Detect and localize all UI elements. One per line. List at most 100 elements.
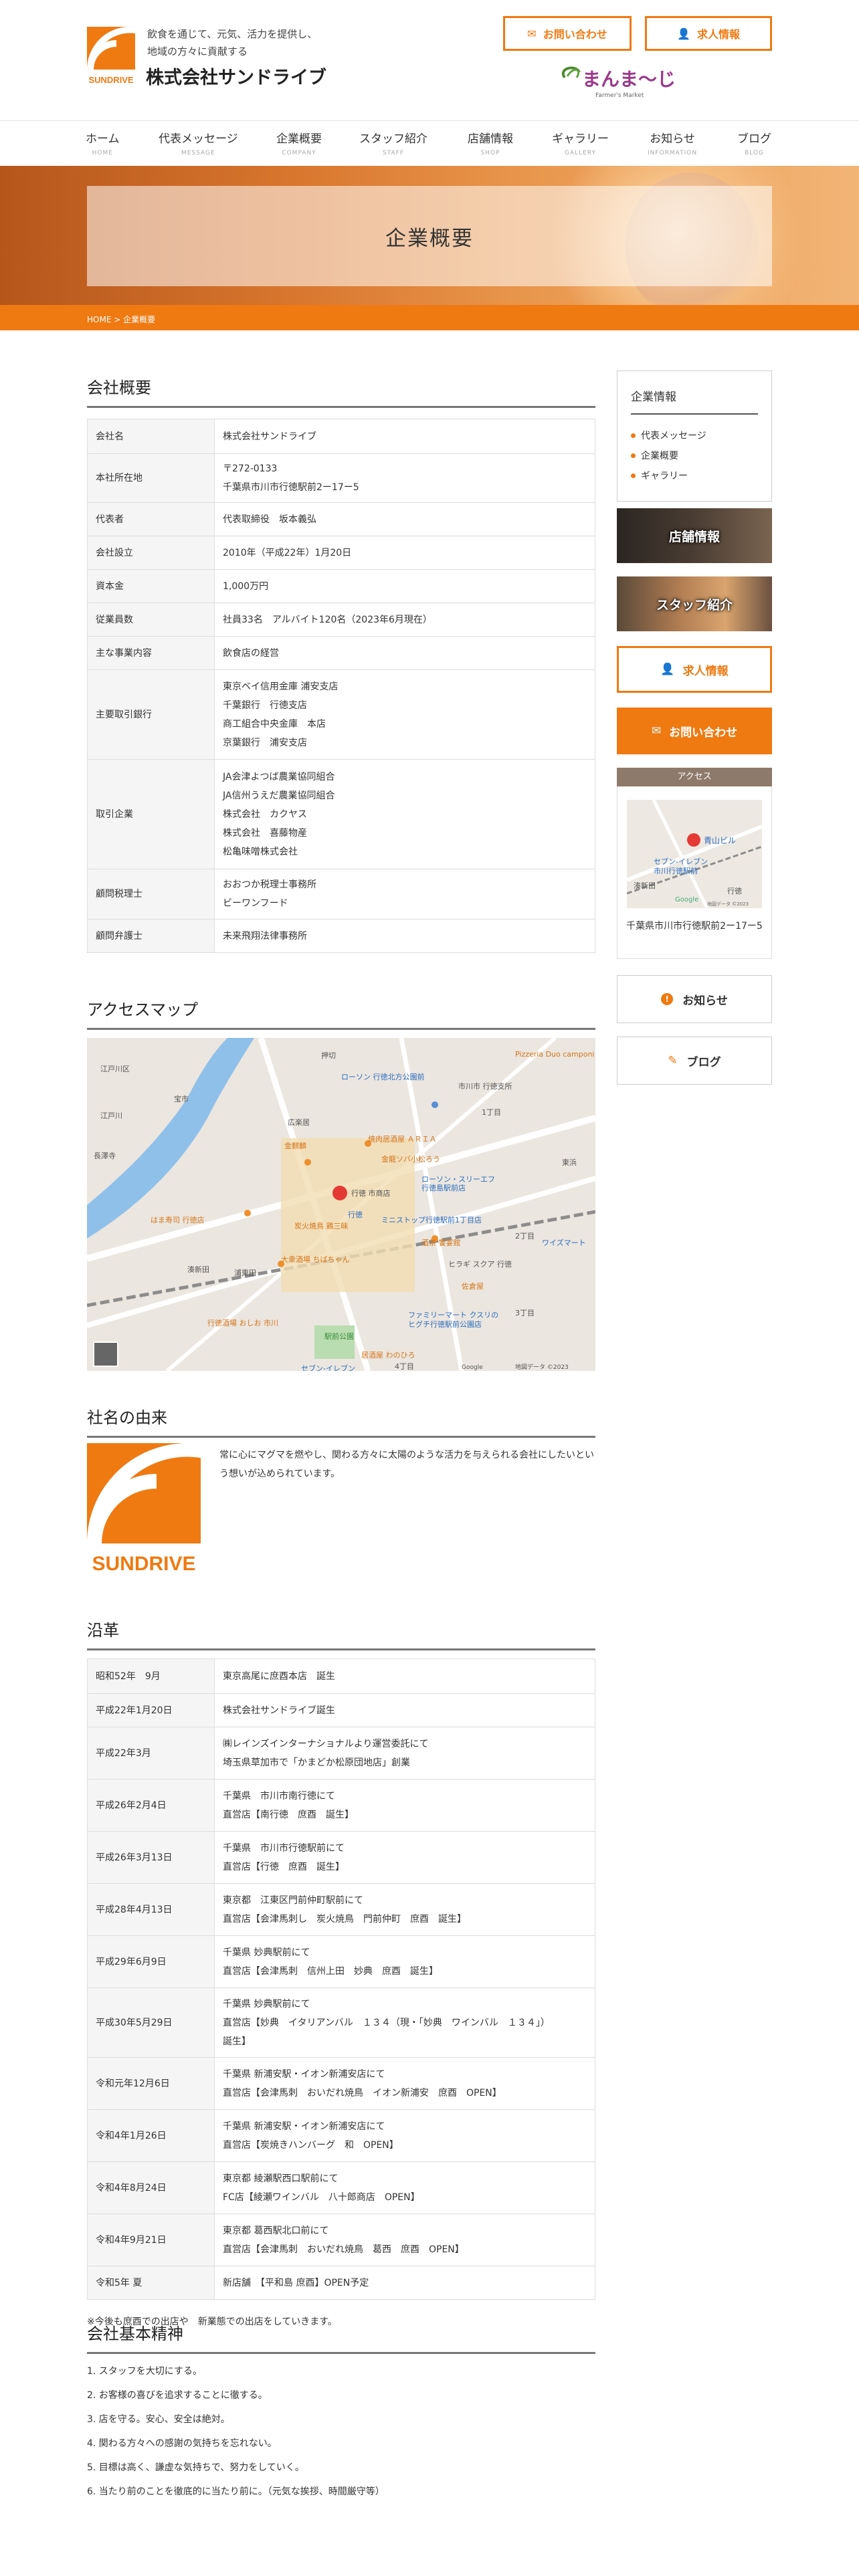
sidebar-contact-button[interactable]: ✉ お問い合わせ: [617, 708, 772, 754]
sidebar-recruit-button[interactable]: 👤 求人情報: [617, 646, 772, 693]
page-title: 企業概要: [385, 226, 474, 251]
svg-text:東浜: 東浜: [562, 1158, 577, 1167]
edit-icon: ✎: [668, 1054, 678, 1067]
shop-banner[interactable]: 店舗情報: [617, 508, 772, 563]
map-canvas[interactable]: 押切 Pizzeria Duo camponi ローソン 行徳北方公園前 市川市…: [87, 1038, 595, 1371]
svg-text:大衆酒場 ちばちゃん: 大衆酒場 ちばちゃん: [281, 1255, 350, 1264]
svg-text:地図データ ©2023: 地図データ ©2023: [707, 901, 749, 907]
table-row: 平成29年6月9日 千葉県 妙典駅前にて 直営店【会津馬刺 信州上田 妙典 庶酉 誕…: [87, 1935, 595, 1988]
nav-staff[interactable]: スタッフ紹介 STAFF: [359, 129, 427, 156]
table-row: 令和4年1月26日 千葉県 新浦安駅・イオン新浦安店にて 直営店【炭焼きハンバーグ …: [87, 2109, 595, 2162]
svg-text:市川市 行徳支所: 市川市 行徳支所: [458, 1081, 512, 1091]
svg-text:2丁目: 2丁目: [515, 1232, 535, 1241]
section-title-spirit: 会社基本精神: [87, 2321, 595, 2354]
list-item: 2. お客様の喜びを追求することに徹する。: [87, 2390, 268, 2401]
table-row: 代表者 代表取締役 坂本義弘: [87, 502, 595, 536]
sidebar-link-company[interactable]: 企業概要: [631, 445, 771, 465]
svg-text:行徳酒場 おしお 市川: 行徳酒場 おしお 市川: [207, 1318, 278, 1327]
staff-banner[interactable]: スタッフ紹介: [617, 576, 772, 631]
svg-text:湊新田: 湊新田: [634, 881, 656, 890]
nav-shop[interactable]: 店舗情報 SHOP: [468, 129, 513, 156]
table-row: 資本金 1,000万円: [87, 569, 595, 603]
table-row: 平成22年1月20日 株式会社サンドライブ誕生: [87, 1693, 595, 1727]
svg-text:ヒラギ スクア 行徳: ヒラギ スクア 行徳: [448, 1260, 512, 1269]
sidebar-link-message[interactable]: 代表メッセージ: [631, 425, 771, 445]
person-icon: 👤: [660, 663, 675, 676]
table-row: 会社名 株式会社サンドライブ: [87, 419, 595, 454]
global-nav: ホーム HOME 代表メッセージ MESSAGE 企業概要 COMPANY スタッフ紹…: [0, 120, 859, 166]
sidebar-blog-button[interactable]: ✎ ブログ: [617, 1037, 772, 1085]
map-pin-icon: [687, 833, 700, 847]
sidebar-news-button[interactable]: ! お知らせ: [617, 975, 772, 1023]
svg-text:炭火焼鳥 鶏三昧: 炭火焼鳥 鶏三昧: [294, 1221, 349, 1230]
svg-text:青山ビル: 青山ビル: [704, 836, 736, 845]
svg-text:行徳: 行徳: [727, 887, 742, 895]
list-item: 4. 関わる方々への感謝の気持ちを忘れない。: [87, 2438, 277, 2449]
hero-title-box: 企業概要: [87, 186, 772, 286]
svg-text:市川行徳駅前: 市川行徳駅前: [654, 866, 698, 875]
svg-text:1丁目: 1丁目: [482, 1108, 501, 1117]
svg-text:セブン-イレブン: セブン-イレブン: [654, 857, 708, 866]
svg-text:はま寿司 行徳店: はま寿司 行徳店: [151, 1215, 205, 1224]
bullet-icon: [631, 453, 636, 458]
svg-text:3丁目: 3丁目: [515, 1309, 535, 1317]
access-map[interactable]: 押切 Pizzeria Duo camponi ローソン 行徳北方公園前 市川市…: [87, 1038, 595, 1371]
nav-home[interactable]: ホーム HOME: [86, 129, 120, 156]
svg-text:佐倉屋: 佐倉屋: [462, 1281, 484, 1291]
svg-text:行徳島駅前店: 行徳島駅前店: [421, 1183, 466, 1192]
sundrive-logo[interactable]: SUNDRIVE: [87, 27, 135, 87]
svg-text:酒茶 饗宴館: 酒茶 饗宴館: [421, 1238, 461, 1247]
list-item: 5. 目標は高く、謙虚な気持ちで、努力をしていく。: [87, 2462, 304, 2473]
nav-gallery[interactable]: ギャラリー GALLERY: [552, 129, 609, 156]
table-row: 平成28年4月13日 東京都 江東区門前仲町駅前にて 直営店【会津馬刺し 炭火焼鳥 …: [87, 1883, 595, 1936]
svg-text:Farmer's Market: Farmer's Market: [595, 92, 644, 99]
map-pin-icon[interactable]: [332, 1186, 347, 1200]
svg-text:Pizzeria Duo camponi: Pizzeria Duo camponi: [515, 1050, 595, 1059]
svg-text:金麒麟: 金麒麟: [284, 1141, 306, 1150]
svg-text:セブン-イレブン: セブン-イレブン: [301, 1364, 355, 1371]
section-title-origin: 社名の由来: [87, 1404, 595, 1438]
svg-text:ファミリーマート クスリの: ファミリーマート クスリの: [408, 1311, 498, 1319]
origin-text: 常に心にマグマを燃やし、関わる方々に太陽のような活力を与えられる会社にしたいとい…: [219, 1450, 594, 1479]
section-title-access: アクセスマップ: [87, 996, 595, 1030]
svg-text:地図データ ©2023: 地図データ ©2023: [515, 1363, 569, 1371]
sidebar-map-canvas[interactable]: 青山ビル セブン-イレブン 市川行徳駅前 湊新田 行徳 Google 地図データ…: [627, 800, 762, 908]
table-row: 平成26年2月4日 千葉県 市川市南行徳にて 直営店【南行徳 庶酉 誕生】: [87, 1779, 595, 1832]
svg-text:ローソン・スリーエフ: ローソン・スリーエフ: [421, 1175, 495, 1184]
list-item: 1. スタッフを大切にする。: [87, 2366, 202, 2377]
page-hero: 企業概要: [0, 166, 859, 305]
nav-company[interactable]: 企業概要 COMPANY: [276, 129, 322, 156]
svg-text:まんま〜じゃ: まんま〜じゃ: [582, 68, 676, 90]
recruit-button[interactable]: 👤 求人情報: [645, 16, 772, 51]
manmaja-logo[interactable]: まんま〜じゃ Farmer's Market: [555, 60, 676, 100]
list-item: 3. 店を守る。安心、安全は絶対。: [87, 2414, 230, 2425]
svg-text:江戸川: 江戸川: [100, 1111, 122, 1120]
svg-text:ローソン 行徳北方公園前: ローソン 行徳北方公園前: [341, 1072, 425, 1081]
breadcrumb[interactable]: HOME > 企業概要: [0, 305, 859, 330]
contact-button[interactable]: ✉ お問い合わせ: [503, 16, 632, 51]
table-row: 主要取引銀行 東京ベイ信用金庫 浦安支店 千葉銀行 行徳支店 商工組合中央金庫 本店京…: [87, 669, 595, 760]
overview-table: 会社名 株式会社サンドライブ 本社所在地 〒272-0133 千葉県市川市行徳駅前2ー…: [87, 419, 595, 953]
table-row: 令和4年8月24日 東京都 綾瀬駅西口駅前にて FC店【綾瀬ワインバル 八十郎商店 …: [87, 2161, 595, 2214]
tagline: 飲食を通じて、元気、活力を提供し、 地域の方々に貢献する: [147, 28, 318, 58]
access-address: 千葉県市川市行徳駅前2ー17ー5: [626, 921, 763, 932]
person-icon: 👤: [677, 27, 690, 40]
logo-text: SUNDRIVE: [88, 75, 134, 85]
nav-message[interactable]: 代表メッセージ MESSAGE: [159, 129, 238, 156]
table-row: 主な事業内容 飲食店の経営: [87, 636, 595, 670]
svg-text:ミニストップ行徳駅前1丁目店: ミニストップ行徳駅前1丁目店: [381, 1215, 482, 1224]
nav-information[interactable]: お知らせ INFORMATION: [648, 129, 697, 156]
svg-text:居酒屋 わのひろ: 居酒屋 わのひろ: [361, 1351, 415, 1360]
section-title-overview: 会社概要: [87, 374, 595, 408]
list-item: 6. 当たり前のことを徹底的に当たり前に。（元気な挨拶、時間厳守等）: [87, 2486, 385, 2497]
table-row: 顧問弁護士 未来飛翔法律事務所: [87, 919, 595, 953]
table-row: 会社設立 2010年（平成22年）1月20日: [87, 536, 595, 570]
sidebar-access-map[interactable]: 青山ビル セブン-イレブン 市川行徳駅前 湊新田 行徳 Google 地図データ…: [627, 800, 762, 908]
svg-text:広楽居: 広楽居: [288, 1118, 310, 1127]
table-row: 昭和52年 9月 東京高尾に庶酉本店 誕生: [87, 1658, 595, 1694]
sidebar-link-gallery[interactable]: ギャラリー: [631, 465, 771, 486]
nav-blog[interactable]: ブログ BLOG: [737, 129, 771, 156]
table-row: 平成22年3月 ㈱レインズインターナショナルより運営委託にて 埼玉県草加市で「かまど…: [87, 1727, 595, 1780]
svg-text:ワイズマート: ワイズマート: [542, 1238, 586, 1247]
mail-icon: ✉: [527, 27, 537, 40]
